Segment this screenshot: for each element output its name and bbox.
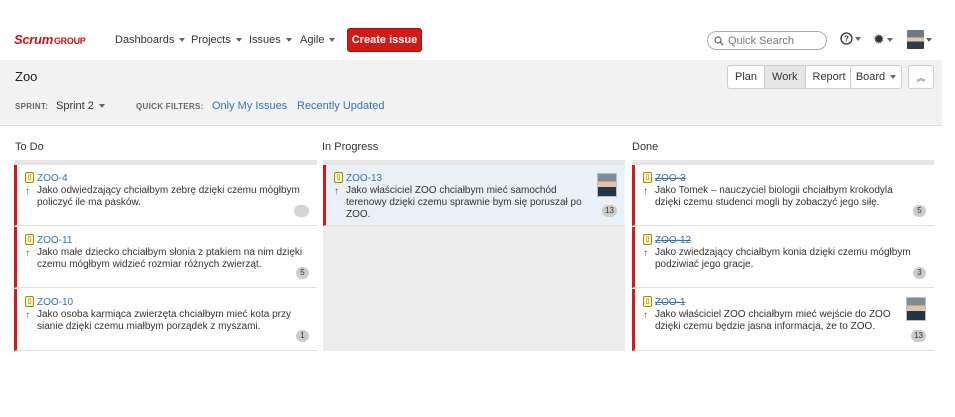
nav-agile[interactable]: Agile [300, 34, 336, 46]
chevron-down-icon [926, 37, 932, 42]
nav-projects-label: Projects [191, 34, 231, 46]
nav-dashboards[interactable]: Dashboards [115, 34, 186, 46]
estimate-badge: 3 [913, 267, 926, 279]
column-in-progress: ▯ ZOO-13 ↑ Jako właściciel ZOO chciałbym… [323, 165, 625, 351]
estimate-badge: 13 [602, 205, 617, 217]
estimate-badge: 1 [296, 330, 309, 342]
issue-summary: Jako małe dziecko chciałbym słonia z pta… [37, 247, 303, 270]
chevron-down-icon [179, 38, 186, 42]
mode-report-button[interactable]: Report [806, 66, 853, 88]
quick-search-input[interactable]: Quick Search [707, 31, 827, 50]
sprint-value: Sprint 2 [56, 100, 94, 112]
issue-card[interactable]: ▯ ZOO-3 ↑ Jako Tomek – nauczyciel biolog… [632, 165, 934, 226]
board-menu-label: Board [855, 71, 886, 83]
estimate-badge: 13 [911, 330, 926, 342]
issue-key[interactable]: ZOO-12 [655, 235, 691, 246]
board-header: Zoo SPRINT: Sprint 2 QUICK FILTERS: Only… [0, 60, 942, 126]
assignee-avatar [906, 297, 926, 321]
search-icon [714, 35, 724, 45]
sprint-selector[interactable]: Sprint 2 [56, 100, 105, 112]
quick-filters-label: QUICK FILTERS: [136, 102, 204, 111]
story-type-icon: ▯ [643, 172, 652, 183]
nav-issues[interactable]: Issues [249, 34, 292, 46]
issue-summary: Jako właściciel ZOO chciałbym mieć samoc… [346, 185, 582, 220]
estimate-badge: 5 [296, 267, 309, 279]
priority-up-icon: ↑ [334, 186, 339, 197]
nav-agile-label: Agile [300, 34, 325, 46]
mode-switcher: Plan Work Report [727, 65, 854, 89]
issue-summary: Jako odwiedzający chciałbym zebrę dzięki… [37, 185, 300, 208]
story-type-icon: ▯ [25, 296, 34, 307]
logo[interactable]: ScrumGROUP [14, 32, 86, 47]
estimate-badge: 5 [913, 205, 926, 217]
priority-up-icon: ↑ [643, 310, 648, 321]
priority-up-icon: ↑ [25, 310, 30, 321]
mode-work-button[interactable]: Work [765, 66, 806, 88]
issue-card[interactable]: ▯ ZOO-13 ↑ Jako właściciel ZOO chciałbym… [323, 165, 625, 226]
search-placeholder: Quick Search [728, 34, 795, 47]
mode-plan-button[interactable]: Plan [728, 66, 766, 88]
chevron-down-icon [235, 38, 242, 42]
priority-up-icon: ↑ [643, 248, 648, 259]
column-header-done: Done [632, 141, 659, 153]
issue-key[interactable]: ZOO-10 [37, 297, 73, 308]
nav-dashboards-label: Dashboards [115, 34, 175, 46]
column-done: ▯ ZOO-3 ↑ Jako Tomek – nauczyciel biolog… [632, 165, 934, 351]
collapse-header-button[interactable]: ︽ [908, 65, 934, 89]
story-type-icon: ▯ [25, 234, 34, 245]
gear-icon: ✹ [873, 31, 885, 47]
svg-text:?: ? [844, 35, 849, 44]
issue-key[interactable]: ZOO-4 [37, 173, 68, 184]
column-header-todo: To Do [15, 141, 44, 153]
priority-up-icon: ↑ [25, 248, 30, 259]
chevron-down-icon [329, 38, 336, 42]
priority-up-icon: ↑ [643, 186, 648, 197]
priority-up-icon: ↑ [25, 186, 30, 197]
chevron-down-icon [98, 104, 105, 108]
chevron-up-double-icon: ︽ [916, 72, 926, 83]
avatar [907, 30, 924, 49]
sprint-label: SPRINT: [15, 102, 49, 111]
column-header-in-progress: In Progress [322, 141, 379, 153]
story-type-icon: ▯ [643, 234, 652, 245]
estimate-badge [294, 205, 309, 217]
quick-filter-recently-updated[interactable]: Recently Updated [297, 100, 384, 112]
chevron-down-icon [855, 36, 861, 41]
page-title: Zoo [15, 69, 38, 84]
issue-card[interactable]: ▯ ZOO-12 ↑ Jako zwiedzający chciałbym ko… [632, 227, 934, 288]
issue-summary: Jako zwiedzający chciałbym konia dzięki … [655, 247, 911, 270]
issue-card[interactable]: ▯ ZOO-1 ↑ Jako właściciel ZOO chciałbym … [632, 289, 934, 351]
chevron-down-icon [285, 38, 292, 42]
logo-subtext: GROUP [53, 36, 86, 46]
chevron-down-icon [886, 37, 893, 42]
assignee-avatar [597, 173, 617, 197]
nav-projects[interactable]: Projects [191, 34, 242, 46]
issue-key[interactable]: ZOO-13 [346, 173, 382, 184]
board-menu-button[interactable]: Board [850, 65, 902, 89]
issue-key[interactable]: ZOO-11 [37, 235, 72, 246]
logo-text: Scrum [14, 32, 53, 47]
story-type-icon: ▯ [25, 172, 34, 183]
issue-key[interactable]: ZOO-1 [655, 297, 686, 308]
chevron-down-icon [890, 75, 897, 79]
nav-issues-label: Issues [249, 34, 281, 46]
story-type-icon: ▯ [643, 296, 652, 307]
help-menu[interactable]: ? [840, 32, 861, 45]
issue-card[interactable]: ▯ ZOO-10 ↑ Jako osoba karmiąca zwierzęta… [14, 289, 317, 351]
user-menu[interactable] [907, 30, 932, 49]
issue-card[interactable]: ▯ ZOO-4 ↑ Jako odwiedzający chciałbym ze… [14, 165, 317, 226]
issue-key[interactable]: ZOO-3 [655, 173, 686, 184]
create-issue-button[interactable]: Create issue [347, 28, 422, 52]
help-icon: ? [840, 32, 853, 45]
issue-summary: Jako osoba karmiąca zwierzęta chciałbym … [37, 309, 291, 332]
issue-summary: Jako Tomek – nauczyciel biologii chciałb… [655, 185, 893, 208]
issue-card[interactable]: ▯ ZOO-11 ↑ Jako małe dziecko chciałbym s… [14, 227, 317, 288]
settings-menu[interactable]: ✹ [873, 31, 893, 48]
story-type-icon: ▯ [334, 172, 343, 183]
quick-filter-only-my-issues[interactable]: Only My Issues [212, 100, 287, 112]
column-todo: ▯ ZOO-4 ↑ Jako odwiedzający chciałbym ze… [14, 165, 317, 351]
issue-summary: Jako właściciel ZOO chciałbym mieć wejśc… [655, 309, 891, 332]
